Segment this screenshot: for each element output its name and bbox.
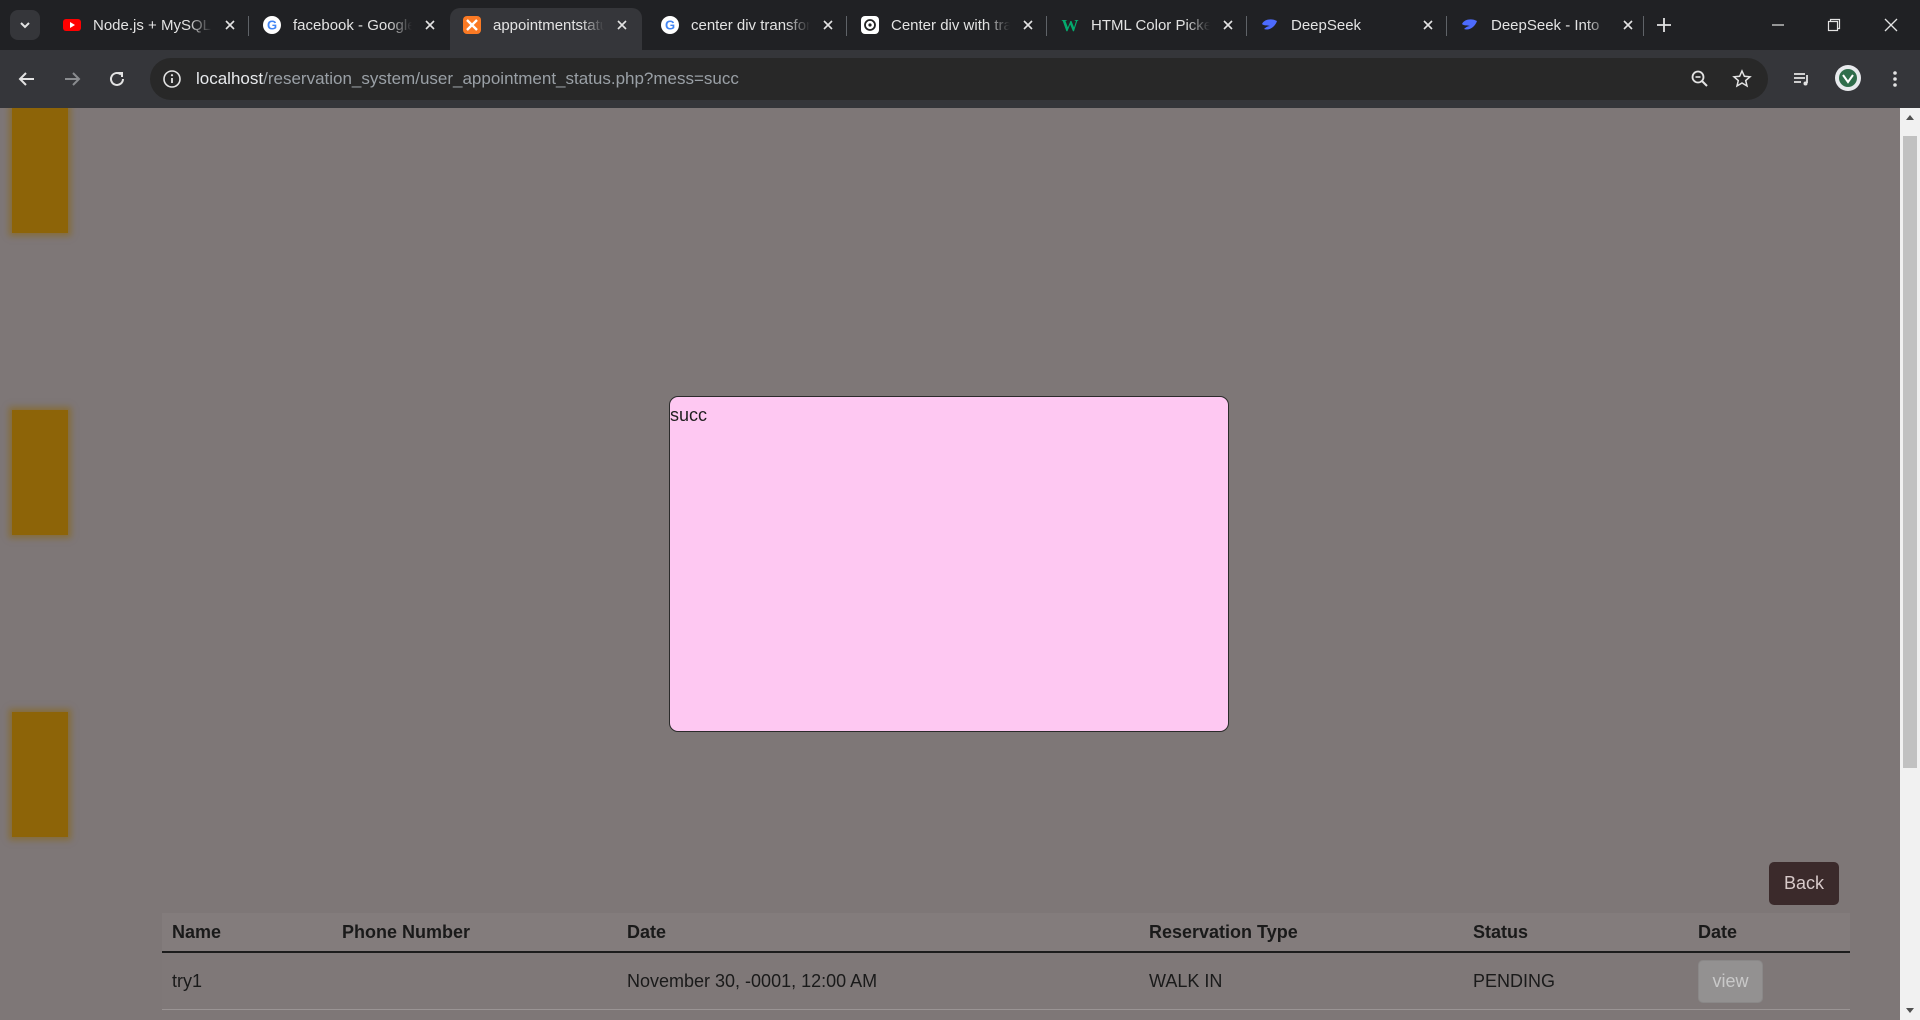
close-window-button[interactable]	[1871, 10, 1911, 40]
column-header: Name	[162, 913, 332, 953]
column-header: Status	[1463, 913, 1688, 953]
tab-divider	[1643, 16, 1644, 36]
xampp-icon	[463, 16, 481, 34]
tab-divider	[846, 16, 847, 36]
browser-tab[interactable]: Center div with transform	[848, 8, 1048, 42]
appointments-table: Name Phone Number Date Reservation Type …	[162, 913, 1850, 1010]
close-icon[interactable]	[818, 15, 838, 35]
close-icon[interactable]	[420, 15, 440, 35]
w3schools-icon: W	[1062, 16, 1079, 35]
arrow-right-icon	[65, 72, 81, 86]
youtube-icon	[63, 19, 81, 31]
tab-title: facebook - Google Search	[293, 16, 412, 34]
close-icon[interactable]	[220, 15, 240, 35]
tab-search-button[interactable]	[10, 10, 40, 40]
google-icon: G	[661, 16, 679, 34]
restore-icon	[1827, 18, 1841, 32]
status-message-text: succ	[670, 405, 708, 425]
tab-title: Center div with transform	[891, 16, 1010, 34]
plus-icon	[1657, 18, 1671, 32]
cell-date: November 30, -0001, 12:00 AM	[617, 952, 1139, 1010]
tab-title: HTML Color Picker	[1091, 16, 1210, 34]
browser-tab[interactable]: Node.js + MySQL	[50, 8, 250, 42]
column-header: Date	[617, 913, 1139, 953]
back-button[interactable]: Back	[1769, 862, 1839, 905]
close-icon[interactable]	[612, 15, 632, 35]
tab-divider	[1246, 16, 1247, 36]
forward-nav-button[interactable]	[57, 64, 87, 94]
deepseek-icon	[1262, 19, 1277, 30]
minimize-button[interactable]	[1758, 10, 1798, 40]
close-icon	[1884, 18, 1898, 32]
avatar-icon	[1839, 69, 1857, 87]
new-tab-button[interactable]	[1652, 13, 1676, 37]
svg-text:G: G	[267, 18, 277, 33]
minimize-icon	[1772, 24, 1784, 26]
cell-reservation-type: WALK IN	[1139, 952, 1463, 1010]
more-vertical-icon	[1893, 71, 1897, 87]
close-icon[interactable]	[1018, 15, 1038, 35]
vertical-scrollbar[interactable]	[1900, 108, 1920, 1020]
browser-tab[interactable]: G center div transform	[648, 8, 848, 42]
url-path: /reservation_system/user_appointment_sta…	[263, 69, 739, 88]
site-info-icon[interactable]	[160, 67, 184, 91]
column-header: Reservation Type	[1139, 913, 1463, 953]
google-icon: G	[263, 16, 281, 34]
table-row: try1 November 30, -0001, 12:00 AM WALK I…	[162, 952, 1850, 1010]
column-header: Phone Number	[332, 913, 617, 953]
browser-tab-active[interactable]: appointmentstatus	[450, 8, 642, 50]
bookmark-star-icon[interactable]	[1730, 67, 1754, 91]
reload-icon	[110, 71, 124, 86]
scroll-up-icon[interactable]	[1900, 108, 1920, 126]
back-nav-button[interactable]	[12, 64, 42, 94]
restore-button[interactable]	[1814, 10, 1854, 40]
browser-toolbar: localhost/reservation_system/user_appoin…	[0, 50, 1920, 108]
browser-tab[interactable]: W HTML Color Picker	[1048, 8, 1248, 42]
tab-divider	[248, 16, 249, 36]
tab-title: DeepSeek	[1291, 16, 1362, 34]
cell-status: PENDING	[1463, 952, 1688, 1010]
zoom-icon[interactable]	[1688, 67, 1712, 91]
tab-title: Node.js + MySQL	[93, 16, 211, 34]
scrollbar-thumb[interactable]	[1903, 136, 1917, 768]
table-header-row: Name Phone Number Date Reservation Type …	[162, 913, 1850, 953]
cell-phone	[332, 952, 617, 1010]
side-decoration	[12, 712, 68, 837]
svg-text:W: W	[1062, 16, 1079, 35]
chevron-down-icon	[20, 22, 30, 29]
page-viewport: succ Back Name Phone Number Date Reserva…	[0, 108, 1920, 1020]
cell-name: try1	[162, 952, 332, 1010]
deepseek-icon	[1462, 19, 1477, 30]
close-icon[interactable]	[1418, 15, 1438, 35]
tab-divider	[1446, 16, 1447, 36]
scroll-down-icon[interactable]	[1900, 1002, 1920, 1020]
close-icon[interactable]	[1218, 15, 1238, 35]
side-decoration	[12, 108, 68, 233]
tab-title: DeepSeek - Into	[1491, 16, 1600, 34]
url-text[interactable]: localhost/reservation_system/user_appoin…	[196, 58, 739, 100]
chatgpt-icon	[861, 16, 879, 34]
media-controls-button[interactable]	[1787, 64, 1817, 94]
arrow-left-icon	[18, 72, 34, 86]
browser-tab[interactable]: DeepSeek - Into	[1448, 8, 1648, 42]
cell-action: view	[1688, 952, 1850, 1010]
tab-title: center div transform	[691, 16, 810, 34]
svg-text:G: G	[665, 18, 675, 33]
url-host: localhost	[196, 69, 264, 88]
column-header: Date	[1688, 913, 1850, 953]
view-button[interactable]: view	[1698, 959, 1763, 1003]
tab-divider	[1046, 16, 1047, 36]
status-message-modal: succ	[669, 396, 1229, 732]
browser-tab[interactable]: DeepSeek	[1248, 8, 1448, 42]
side-decoration	[12, 410, 68, 535]
browser-menu-button[interactable]	[1880, 64, 1910, 94]
playlist-icon	[1794, 73, 1808, 86]
close-icon[interactable]	[1618, 15, 1638, 35]
reload-button[interactable]	[102, 64, 132, 94]
browser-tab-strip: Node.js + MySQL G facebook - Google Sear…	[0, 0, 1920, 50]
tab-title: appointmentstatus	[493, 16, 604, 34]
profile-avatar[interactable]	[1835, 65, 1861, 91]
browser-tab[interactable]: G facebook - Google Search	[250, 8, 450, 42]
address-bar[interactable]: localhost/reservation_system/user_appoin…	[150, 58, 1768, 100]
